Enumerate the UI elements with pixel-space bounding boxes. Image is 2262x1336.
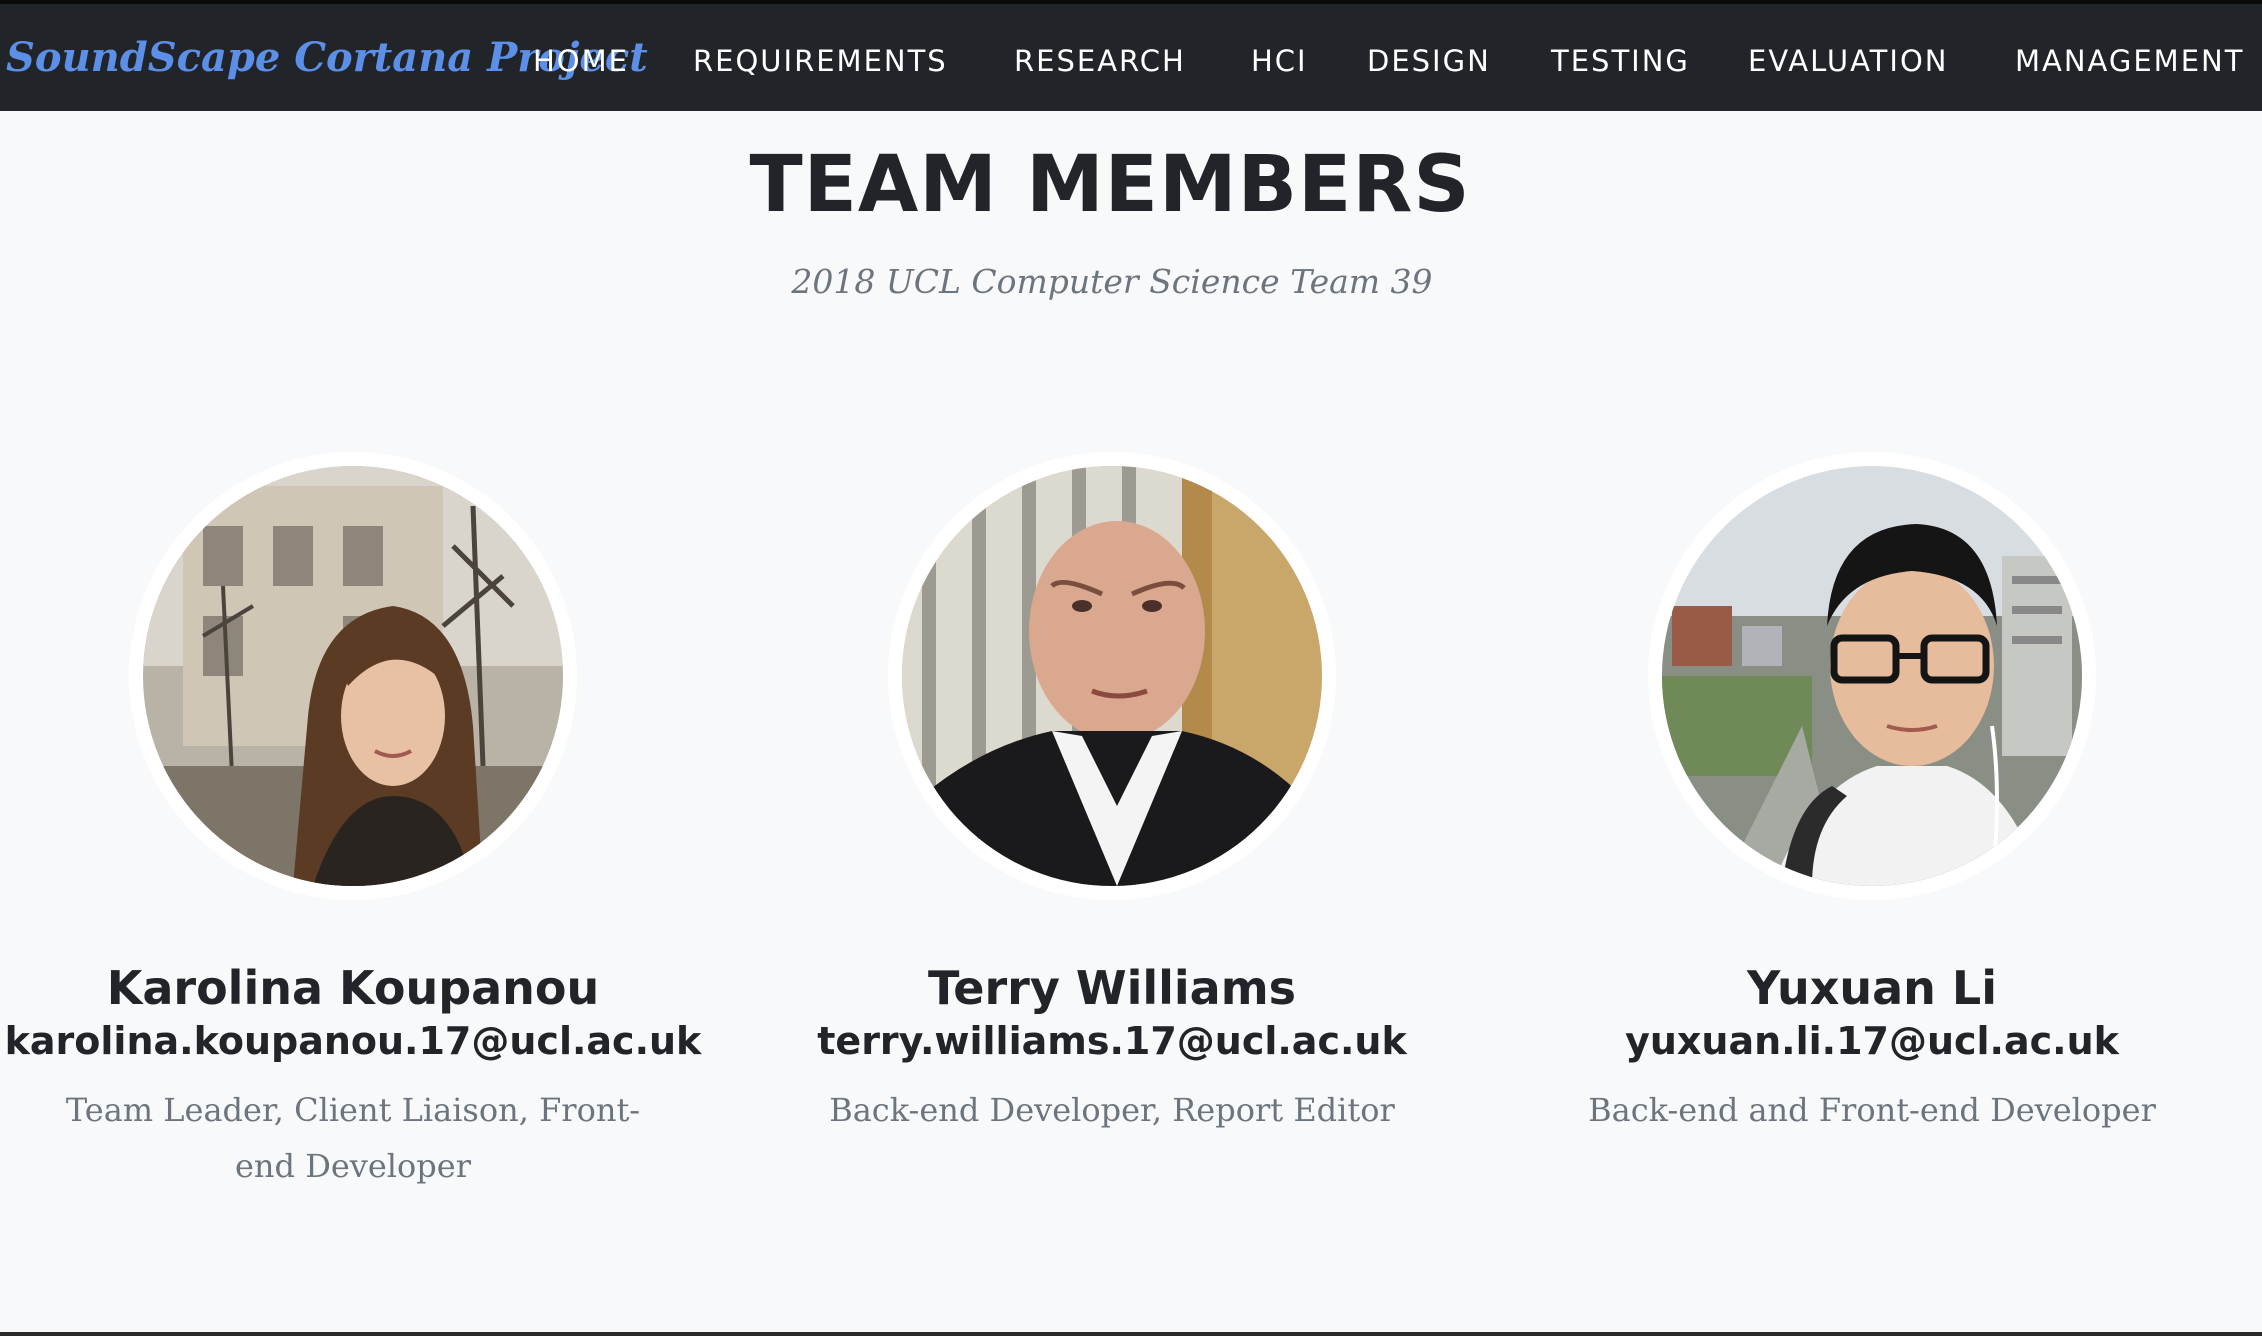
nav-link-hci[interactable]: HCI [1251, 44, 1308, 78]
avatar-frame [1648, 452, 2096, 900]
member-name: Karolina Koupanou [106, 961, 600, 1015]
avatar-photo-terry [902, 466, 1322, 886]
nav-link-home[interactable]: HOME [533, 44, 629, 78]
avatar-photo-karolina [143, 466, 563, 886]
avatar-photo-yuxuan [1662, 466, 2082, 886]
window-bottom-edge [0, 1332, 2262, 1336]
avatar [902, 466, 1322, 886]
page-title: TEAM MEMBERS [749, 140, 1471, 230]
nav-link-design[interactable]: DESIGN [1367, 44, 1491, 78]
nav-link-requirements[interactable]: REQUIREMENTS [693, 44, 948, 78]
nav-link-research[interactable]: RESEARCH [1014, 44, 1186, 78]
avatar-frame [129, 452, 577, 900]
navbar: SoundScape Cortana Project HOME REQUIREM… [0, 4, 2262, 111]
team-member-card: Karolina Koupanou karolina.koupanou.17@u… [3, 452, 703, 1194]
nav-links: HOME REQUIREMENTS RESEARCH HCI DESIGN TE… [0, 4, 2262, 111]
member-name: Yuxuan Li [1746, 961, 1997, 1015]
nav-link-management[interactable]: MANAGEMENT [2015, 44, 2244, 78]
avatar [143, 466, 563, 886]
page-subtitle: 2018 UCL Computer Science Team 39 [791, 262, 1433, 301]
member-role: Team Leader, Client Liaison, Front-end D… [65, 1091, 641, 1185]
member-name: Terry Williams [928, 961, 1296, 1015]
nav-link-testing[interactable]: TESTING [1551, 44, 1690, 78]
avatar [1662, 466, 2082, 886]
member-role: Back-end Developer, Report Editor [829, 1091, 1395, 1129]
member-email[interactable]: yuxuan.li.17@ucl.ac.uk [1522, 1016, 2222, 1066]
team-member-card: Yuxuan Li yuxuan.li.17@ucl.ac.uk Back-en… [1522, 452, 2222, 1138]
member-email[interactable]: karolina.koupanou.17@ucl.ac.uk [3, 1016, 703, 1066]
avatar-frame [888, 452, 1336, 900]
member-role: Back-end and Front-end Developer [1588, 1091, 2156, 1129]
member-email[interactable]: terry.williams.17@ucl.ac.uk [762, 1016, 1462, 1066]
nav-link-evaluation[interactable]: EVALUATION [1748, 44, 1948, 78]
team-member-card: Terry Williams terry.williams.17@ucl.ac.… [762, 452, 1462, 1138]
